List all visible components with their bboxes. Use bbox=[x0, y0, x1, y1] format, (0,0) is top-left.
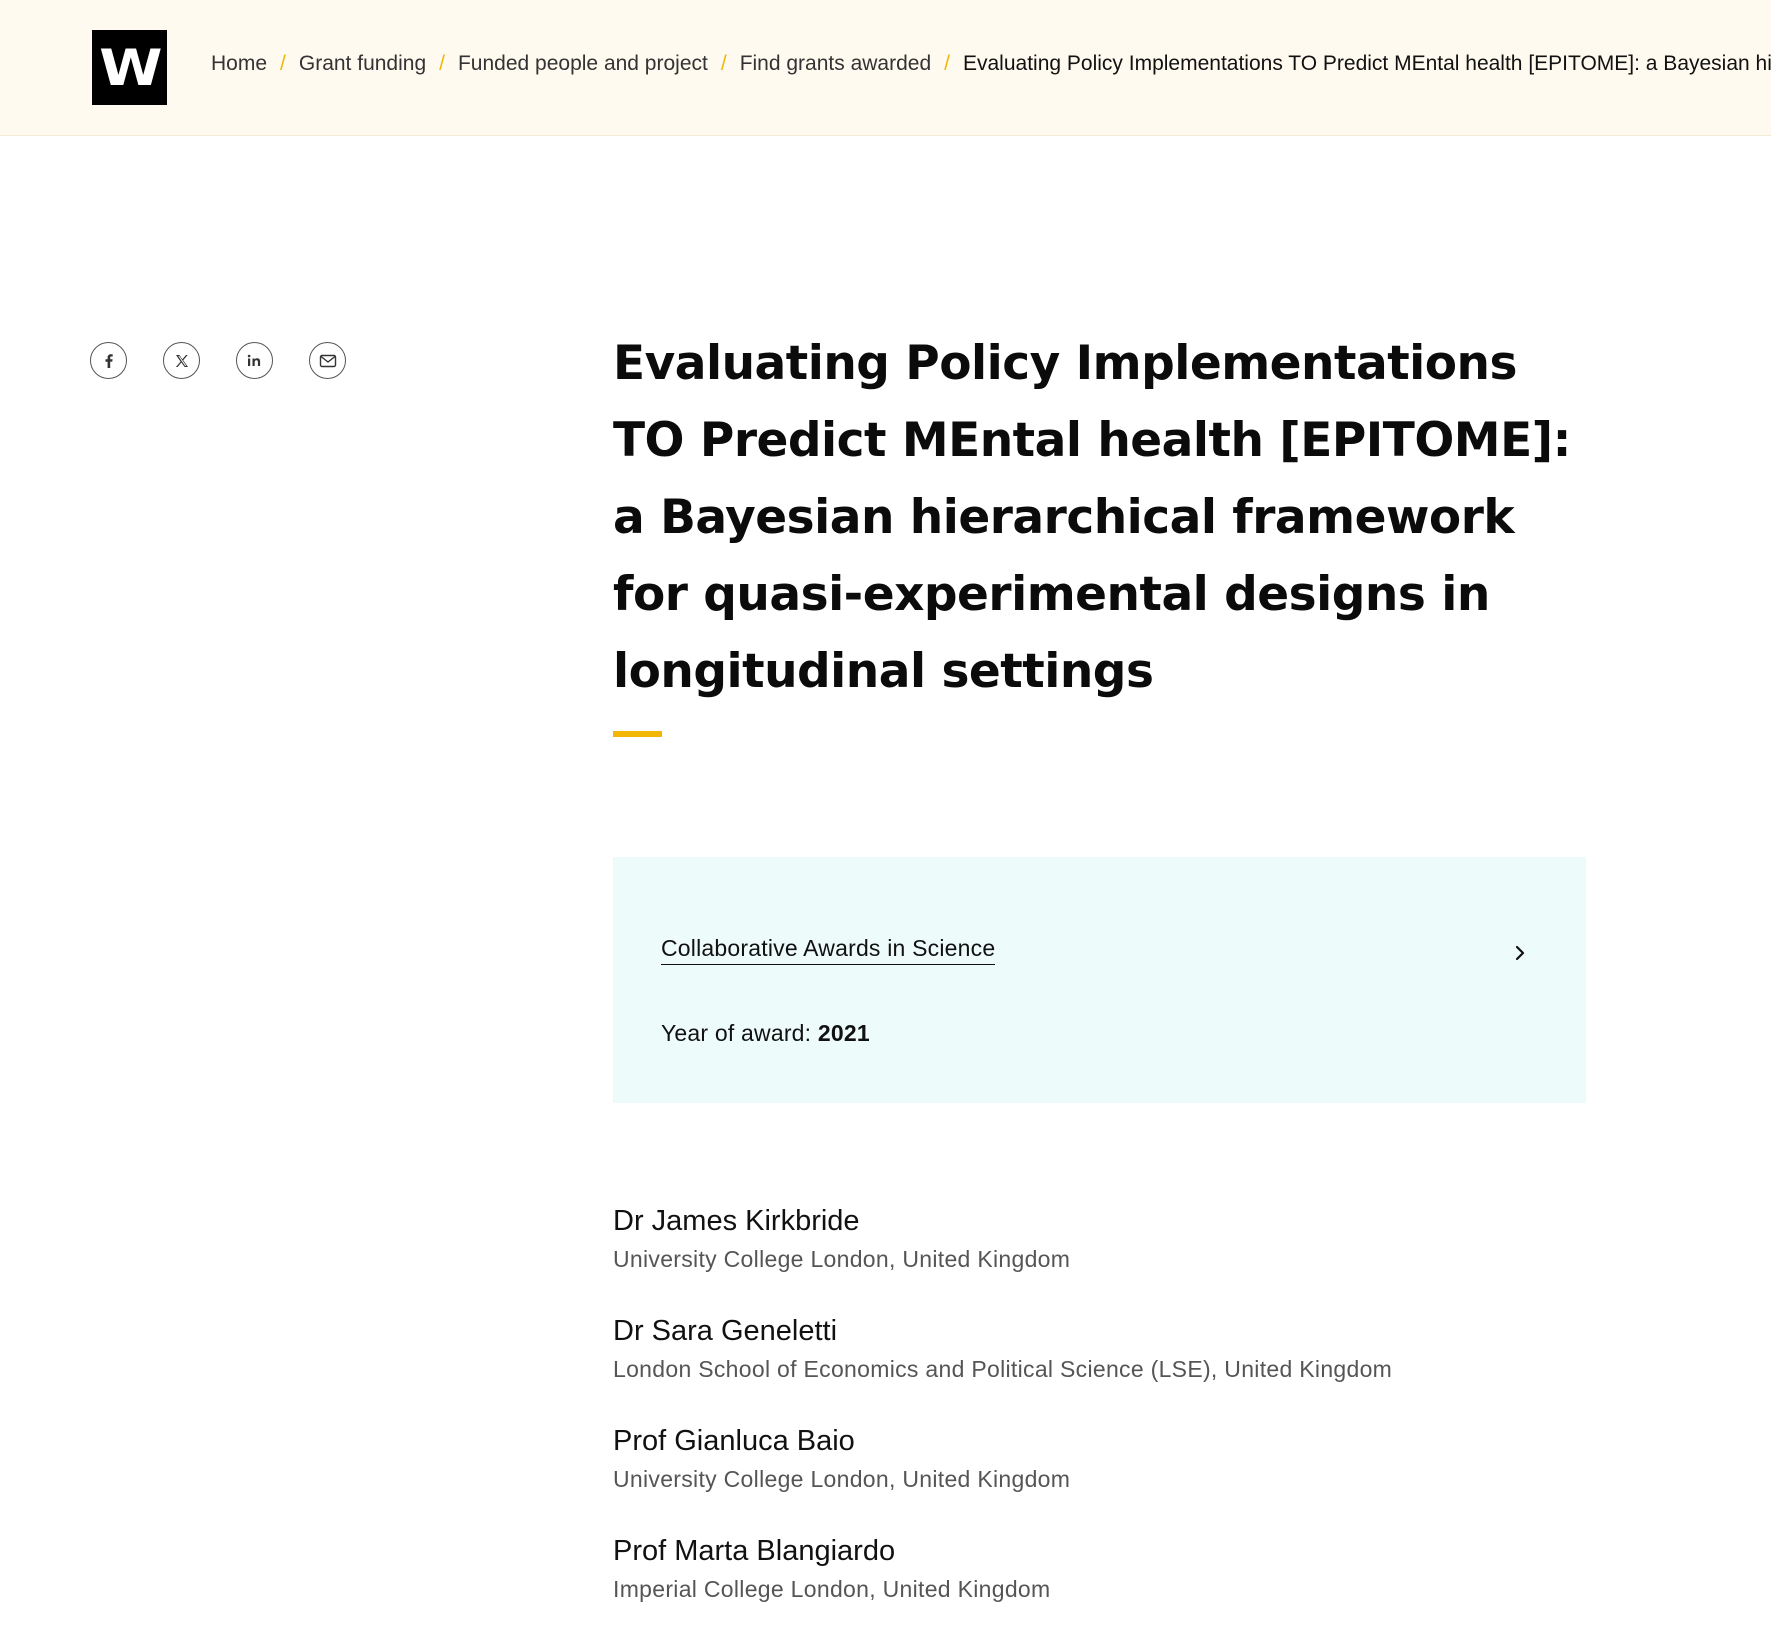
breadcrumb-separator: / bbox=[280, 52, 286, 75]
person-organisation: Imperial College London, United Kingdom bbox=[613, 1576, 1051, 1602]
person-item: Prof Gianluca Baio University College Lo… bbox=[613, 1423, 1613, 1533]
person-item: Prof Marta Blangiardo Imperial College L… bbox=[613, 1533, 1613, 1643]
breadcrumb-current-page: Evaluating Policy Implementations TO Pre… bbox=[962, 52, 1771, 75]
facebook-glyph bbox=[105, 353, 113, 368]
share-links bbox=[90, 342, 346, 379]
award-year: Year of award: 2021 bbox=[661, 1020, 870, 1047]
person-item: Dr Sara Geneletti London School of Econo… bbox=[613, 1313, 1613, 1423]
x-icon[interactable] bbox=[163, 342, 200, 379]
breadcrumb-separator: / bbox=[720, 52, 727, 75]
person-name: Prof Marta Blangiardo bbox=[613, 1535, 896, 1567]
breadcrumb-home[interactable]: Home bbox=[211, 52, 267, 76]
person-name: Prof Gianluca Baio bbox=[613, 1425, 855, 1457]
wellcome-logo[interactable]: W bbox=[92, 30, 167, 105]
chevron-glyph bbox=[1515, 945, 1525, 961]
person-name: Dr Sara Geneletti bbox=[613, 1315, 838, 1347]
breadcrumb-find-grants[interactable]: Find grants awarded bbox=[740, 52, 931, 76]
person-organisation: University College London, United Kingdo… bbox=[613, 1246, 1071, 1272]
chevron-right-icon[interactable] bbox=[1505, 938, 1535, 968]
page-title: Evaluating Policy Implementations TO Pre… bbox=[613, 336, 1571, 699]
x-glyph bbox=[175, 354, 188, 367]
award-scheme-link[interactable]: Collaborative Awards in Science bbox=[661, 935, 996, 965]
email-glyph bbox=[319, 354, 336, 367]
award-card: Collaborative Awards in Science Year of … bbox=[613, 857, 1586, 1103]
award-year-value: 2021 bbox=[817, 1020, 870, 1046]
person-organisation: London School of Economics and Political… bbox=[613, 1356, 1393, 1382]
person-organisation: University College London, United Kingdo… bbox=[613, 1466, 1071, 1492]
breadcrumb-separator: / bbox=[439, 52, 445, 75]
title-accent-bar bbox=[613, 731, 662, 737]
linkedin-icon[interactable] bbox=[236, 342, 273, 379]
breadcrumb: Home / Grant funding / Funded people and… bbox=[211, 52, 1771, 76]
logo-text: W bbox=[99, 38, 163, 97]
site-header: W Home / Grant funding / Funded people a… bbox=[0, 0, 1771, 136]
person-name: Dr James Kirkbride bbox=[613, 1205, 860, 1237]
award-year-label: Year of award: bbox=[661, 1020, 812, 1046]
grant-holders-list: Dr James Kirkbride University College Lo… bbox=[613, 1203, 1613, 1643]
email-icon[interactable] bbox=[309, 342, 346, 379]
breadcrumb-funded-people[interactable]: Funded people and project bbox=[458, 52, 708, 76]
person-item: Dr James Kirkbride University College Lo… bbox=[613, 1203, 1613, 1313]
facebook-icon[interactable] bbox=[90, 342, 127, 379]
breadcrumb-grant-funding[interactable]: Grant funding bbox=[299, 52, 426, 76]
linkedin-glyph bbox=[247, 354, 260, 366]
breadcrumb-separator: / bbox=[944, 52, 950, 75]
